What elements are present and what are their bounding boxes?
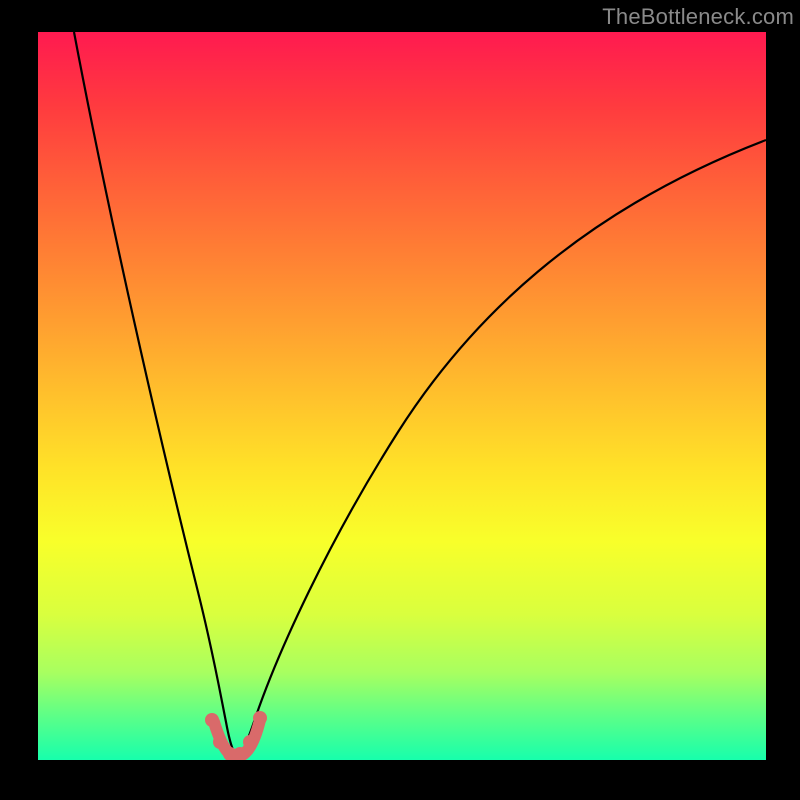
- marker-dot: [213, 735, 227, 749]
- plot-area: [38, 32, 766, 760]
- bottleneck-curve: [74, 32, 766, 755]
- watermark-text: TheBottleneck.com: [602, 4, 794, 30]
- bottleneck-curve-plot: [38, 32, 766, 760]
- marker-dot: [243, 735, 257, 749]
- marker-dot: [205, 713, 219, 727]
- marker-dot: [253, 711, 267, 725]
